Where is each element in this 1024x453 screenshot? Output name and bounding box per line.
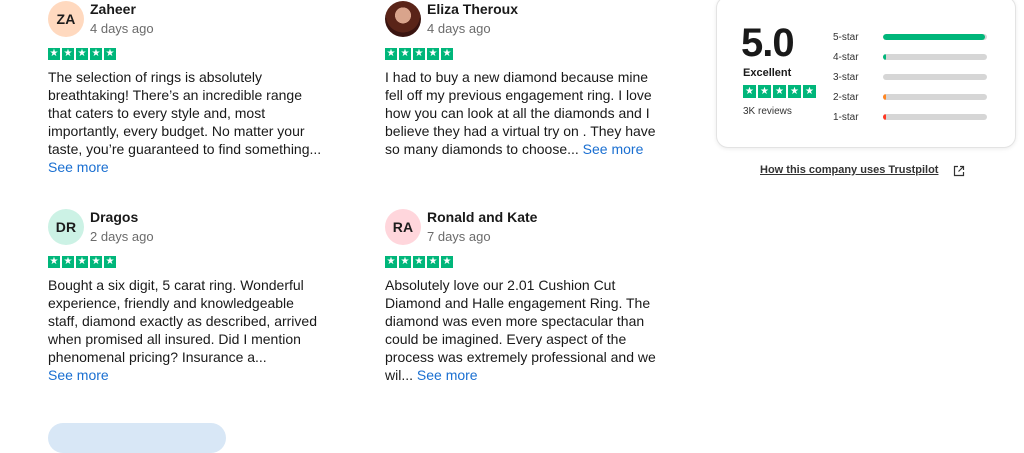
star-icon: ★ — [413, 256, 425, 268]
star-rating: ★ ★ ★ ★ ★ — [385, 256, 453, 268]
star-icon: ★ — [441, 48, 453, 60]
star-icon: ★ — [48, 48, 60, 60]
star-icon: ★ — [90, 48, 102, 60]
star-icon: ★ — [413, 48, 425, 60]
reviewer-name[interactable]: Ronald and Kate — [427, 209, 537, 225]
star-icon: ★ — [427, 256, 439, 268]
star-icon: ★ — [76, 256, 88, 268]
star-icon: ★ — [104, 256, 116, 268]
review-count: 3K reviews — [743, 106, 792, 117]
star-icon: ★ — [48, 256, 60, 268]
star-rating: ★ ★ ★ ★ ★ — [48, 256, 116, 268]
see-more-link[interactable]: See more — [48, 159, 109, 175]
trustpilot-info-link[interactable]: How this company uses Trustpilot — [760, 164, 938, 176]
rating-bar-fill — [883, 34, 985, 40]
rating-summary-card: 5.0 Excellent ★ ★ ★ ★ ★ 3K reviews 5-star 4-… — [716, 0, 1016, 148]
see-more-link[interactable]: See more — [583, 141, 644, 157]
rating-bar-fill — [883, 94, 887, 100]
star-rating: ★ ★ ★ ★ ★ — [743, 85, 816, 98]
rating-bar-track — [883, 94, 987, 100]
review-text: I had to buy a new diamond because mine … — [385, 68, 660, 158]
avatar: DR — [48, 209, 84, 245]
rating-bar-row[interactable]: 2-star — [833, 87, 987, 107]
reviewer-name[interactable]: Dragos — [90, 209, 138, 225]
rating-score: 5.0 — [741, 21, 795, 65]
rating-bar-label: 2-star — [833, 91, 859, 103]
review-text: Absolutely love our 2.01 Cushion Cut Dia… — [385, 276, 660, 384]
reviewer-name[interactable]: Eliza Theroux — [427, 1, 518, 17]
reviewer-name[interactable]: Zaheer — [90, 1, 136, 17]
rating-bar-track — [883, 74, 987, 80]
star-icon: ★ — [788, 85, 801, 98]
star-icon: ★ — [104, 48, 116, 60]
star-icon: ★ — [76, 48, 88, 60]
review-date: 4 days ago — [427, 21, 491, 36]
star-icon: ★ — [758, 85, 771, 98]
star-rating: ★ ★ ★ ★ ★ — [385, 48, 453, 60]
star-icon: ★ — [385, 256, 397, 268]
star-rating: ★ ★ ★ ★ ★ — [48, 48, 116, 60]
rating-bar-fill — [883, 54, 887, 60]
rating-bar-label: 3-star — [833, 71, 859, 83]
see-more-link[interactable]: See more — [48, 367, 109, 383]
review-date: 7 days ago — [427, 229, 491, 244]
star-icon: ★ — [90, 256, 102, 268]
rating-bar-track — [883, 114, 987, 120]
rating-bar-label: 1-star — [833, 111, 859, 123]
star-icon: ★ — [743, 85, 756, 98]
rating-label: Excellent — [743, 67, 792, 79]
avatar — [385, 1, 421, 37]
star-icon: ★ — [62, 48, 74, 60]
rating-bar-row[interactable]: 3-star — [833, 67, 987, 87]
load-more-button[interactable] — [48, 423, 226, 453]
star-icon: ★ — [773, 85, 786, 98]
rating-bar-label: 5-star — [833, 31, 859, 43]
rating-bar-row[interactable]: 4-star — [833, 47, 987, 67]
review-date: 2 days ago — [90, 229, 154, 244]
star-icon: ★ — [427, 48, 439, 60]
rating-bar-fill — [883, 114, 887, 120]
review-text: The selection of rings is absolutely bre… — [48, 68, 323, 176]
rating-bar-track — [883, 34, 987, 40]
rating-bar-row[interactable]: 1-star — [833, 107, 987, 127]
star-icon: ★ — [62, 256, 74, 268]
external-link-icon[interactable] — [953, 165, 965, 177]
rating-bar-label: 4-star — [833, 51, 859, 63]
star-icon: ★ — [385, 48, 397, 60]
rating-bar-row[interactable]: 5-star — [833, 27, 987, 47]
avatar: ZA — [48, 1, 84, 37]
star-icon: ★ — [441, 256, 453, 268]
star-icon: ★ — [399, 48, 411, 60]
rating-bar-track — [883, 54, 987, 60]
star-icon: ★ — [803, 85, 816, 98]
review-body: Bought a six digit, 5 carat ring. Wonder… — [48, 277, 317, 365]
avatar: RA — [385, 209, 421, 245]
review-body: The selection of rings is absolutely bre… — [48, 69, 322, 157]
review-date: 4 days ago — [90, 21, 154, 36]
star-icon: ★ — [399, 256, 411, 268]
rating-distribution: 5-star 4-star 3-star 2-star 1-star — [833, 27, 987, 127]
review-text: Bought a six digit, 5 carat ring. Wonder… — [48, 276, 323, 384]
see-more-link[interactable]: See more — [417, 367, 478, 383]
